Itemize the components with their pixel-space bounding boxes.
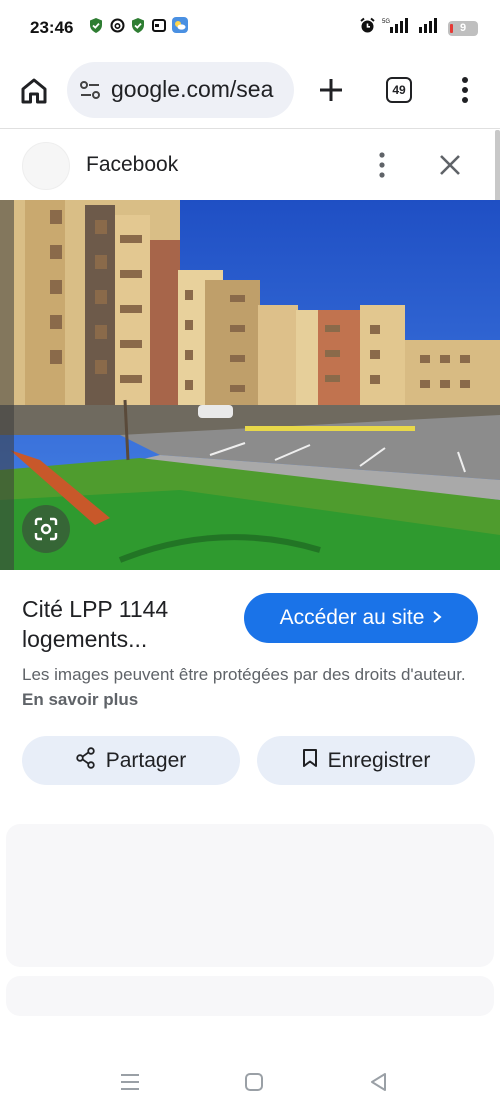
share-button[interactable]: Partager	[22, 736, 240, 785]
visit-site-button[interactable]: Accéder au site	[244, 593, 478, 643]
back-icon[interactable]	[366, 1070, 390, 1094]
save-label: Enregistrer	[327, 748, 431, 772]
alarm-icon	[359, 17, 376, 39]
system-nav-bar	[0, 1050, 500, 1111]
source-name[interactable]: Facebook	[86, 153, 178, 177]
close-icon[interactable]	[437, 152, 463, 178]
battery-icon: 9	[448, 20, 478, 36]
shield-icon	[88, 17, 104, 33]
site-settings-icon[interactable]	[79, 80, 101, 100]
chevron-right-icon	[432, 606, 442, 630]
status-bar: 23:46 5G 9	[0, 0, 500, 58]
copyright-text: Les images peuvent être protégées par de…	[22, 665, 466, 684]
home-nav-icon[interactable]	[242, 1070, 266, 1094]
loading-placeholder	[6, 976, 494, 1016]
learn-more-link[interactable]: En savoir plus	[22, 690, 138, 709]
weather-icon	[172, 17, 188, 33]
system-icons: 5G 9	[359, 17, 478, 39]
signal-icon	[418, 17, 442, 39]
tab-switcher-button[interactable]: 49	[386, 77, 412, 103]
notification-icons	[88, 17, 188, 33]
visit-site-label: Accéder au site	[279, 606, 425, 629]
home-icon[interactable]	[18, 75, 50, 107]
shield-icon	[130, 17, 146, 33]
source-favicon	[22, 142, 70, 190]
share-label: Partager	[105, 748, 187, 772]
save-button[interactable]: Enregistrer	[257, 736, 475, 785]
threads-icon	[109, 17, 125, 33]
address-bar[interactable]: google.com/sea	[67, 62, 294, 118]
signal-icon: 5G	[382, 17, 412, 39]
result-title[interactable]: Cité LPP 1144 logements...	[22, 594, 237, 654]
calendar-icon	[151, 17, 167, 33]
loading-placeholder	[6, 824, 494, 967]
divider	[0, 128, 500, 129]
bookmark-icon	[302, 748, 318, 774]
share-icon	[76, 746, 96, 775]
more-options-icon[interactable]	[372, 150, 392, 180]
url-text[interactable]: google.com/sea	[111, 76, 273, 103]
browser-toolbar: google.com/sea 49	[0, 58, 500, 126]
status-time: 23:46	[30, 18, 74, 37]
more-options-icon[interactable]	[455, 74, 475, 106]
recents-icon[interactable]	[118, 1070, 142, 1094]
preview-image[interactable]	[0, 200, 500, 570]
lens-search-icon[interactable]	[22, 505, 70, 553]
svg-text:5G: 5G	[382, 19, 390, 25]
battery-level: 9	[459, 22, 467, 34]
copyright-notice: Les images peuvent être protégées par de…	[22, 662, 482, 712]
source-header: Facebook	[0, 132, 500, 198]
new-tab-icon[interactable]	[316, 75, 346, 105]
